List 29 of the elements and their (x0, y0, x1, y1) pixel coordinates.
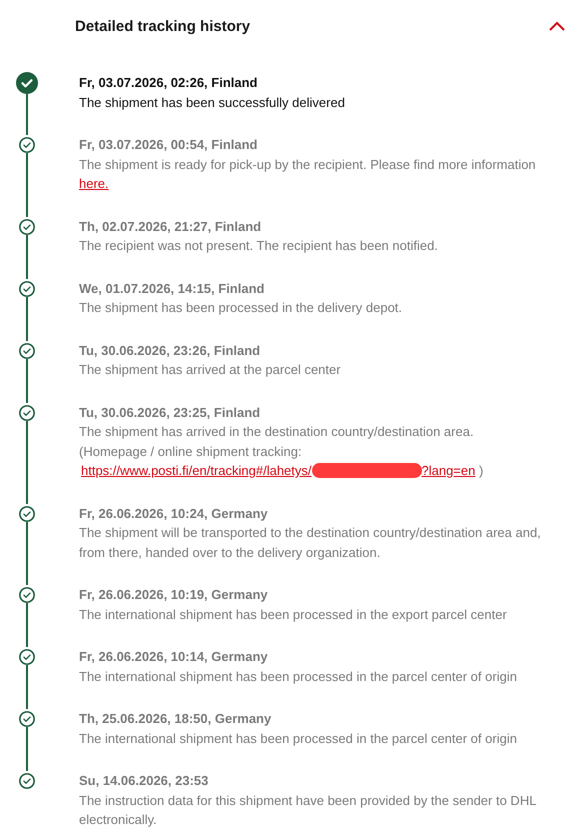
event-date: Th, 02.07.2026, 21:27, Finland (79, 218, 262, 236)
event-description: The international shipment has been processed in the export parcel center (79, 606, 508, 624)
event-date: Su, 14.06.2026, 23:53 (79, 772, 210, 790)
event-date: Tu, 30.06.2026, 23:25, Finland (79, 404, 262, 422)
section-title: Detailed tracking history (75, 18, 250, 34)
event-date: Fr, 26.06.2026, 10:24, Germany (79, 504, 269, 523)
event-description: The shipment has arrived in the destination country/destination area. (79, 423, 475, 441)
event-description: The shipment will be transported to the destination country/destination area and, from there, handed over to the delivery organization. (79, 524, 542, 562)
event-date: Th, 25.06.2026, 18:50, Germany (79, 710, 272, 728)
event-description: The shipment has arrived at the parcel center (79, 361, 342, 379)
tracking-note: (Homepage / online shipment tracking: (79, 442, 303, 461)
closing-parenthesis: ) (479, 463, 484, 478)
event-date: Fr, 03.07.2026, 00:54, Finland (79, 136, 258, 154)
event-description: The instruction data for this shipment have been provided by the sender to DHL electronically. (79, 792, 537, 829)
event-description: The shipment has been successfully delivered (79, 94, 346, 112)
event-description: The recipient was not present. The recipient has been notified. (79, 237, 439, 255)
event-description: The international shipment has been processed in the parcel center of origin (79, 668, 518, 686)
event-description: The international shipment has been processed in the parcel center of origin (79, 730, 518, 748)
collapse-toggle[interactable] (548, 20, 566, 32)
event-description: The shipment has been processed in the delivery depot. (79, 299, 404, 317)
event-date: Fr, 03.07.2026, 02:26, Finland (79, 74, 258, 92)
event-date: Fr, 26.06.2026, 10:14, Germany (79, 648, 269, 666)
tracking-link[interactable]: ?lang=en (422, 463, 476, 478)
tracking-link[interactable]: https://www.posti.fi/en/tracking#/lahetys/ (81, 463, 312, 478)
event-date: Tu, 30.06.2026, 23:26, Finland (79, 342, 262, 360)
event-date: We, 01.07.2026, 14:15, Finland (79, 280, 266, 298)
info-link[interactable]: here. (79, 176, 109, 191)
event-description: The shipment is ready for pick-up by the recipient. Please find more information here. (79, 156, 537, 193)
event-date: Fr, 26.06.2026, 10:19, Germany (79, 586, 269, 604)
